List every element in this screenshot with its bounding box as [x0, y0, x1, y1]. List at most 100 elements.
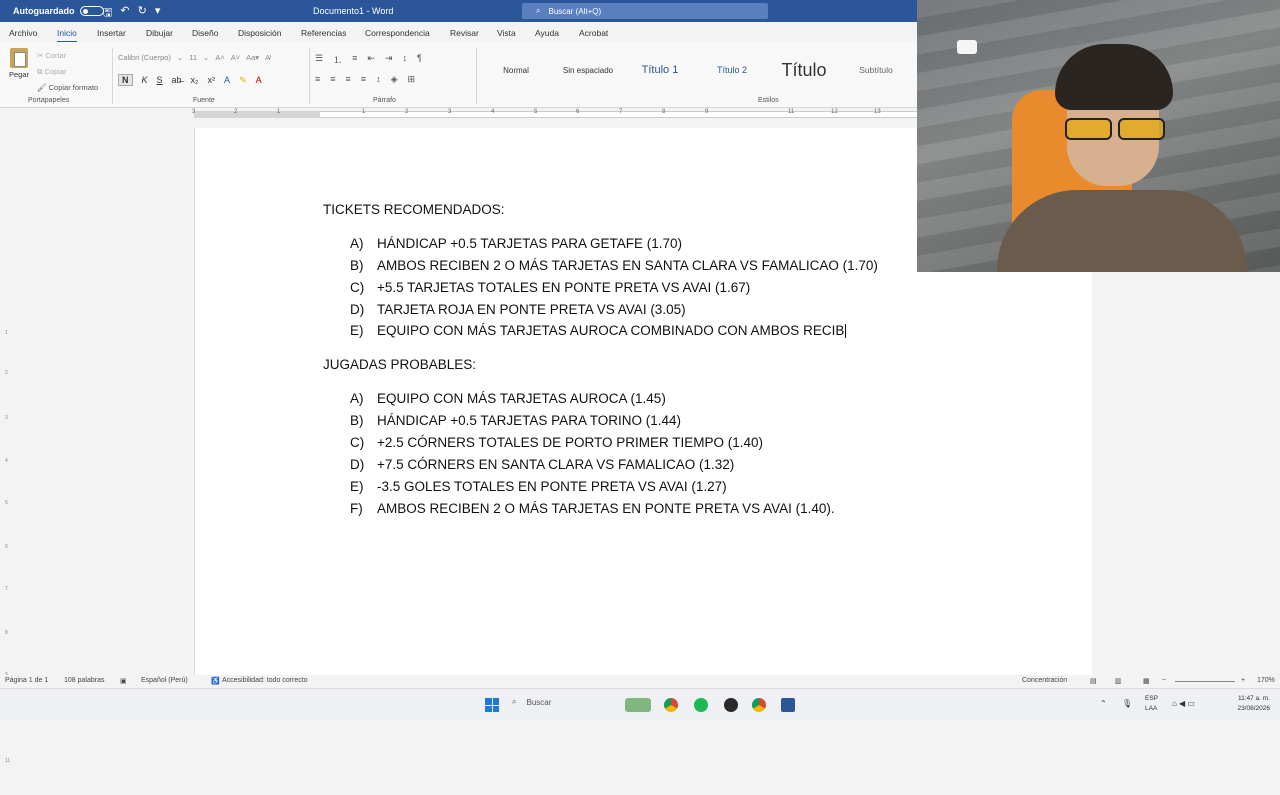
tab-vista[interactable]: Vista: [497, 28, 516, 38]
autosave-label: Autoguardado: [13, 6, 75, 16]
list-letter: B): [350, 413, 364, 428]
paste-button[interactable]: Pegar: [8, 48, 30, 79]
justify-icon[interactable]: ≡: [361, 74, 366, 85]
subscript-icon[interactable]: x₂: [191, 75, 199, 85]
format-painter-label: Copiar formato: [48, 83, 99, 92]
multilevel-list-icon[interactable]: ≡: [352, 53, 357, 66]
style-subtitle[interactable]: Subtítulo: [840, 65, 912, 75]
align-center-icon[interactable]: ≡: [330, 74, 335, 85]
line-spacing-icon[interactable]: ↕: [376, 74, 381, 85]
tab-ayuda[interactable]: Ayuda: [535, 28, 559, 38]
word-count[interactable]: 108 palabras: [64, 677, 104, 684]
spotify-icon[interactable]: [694, 698, 708, 712]
clipboard-actions: ✂ Cortar ⧉ Copiar 🖌 Copiar formato: [37, 48, 98, 96]
borders-icon[interactable]: ⊞: [407, 74, 415, 85]
tab-acrobat[interactable]: Acrobat: [579, 28, 608, 38]
chevron-up-icon[interactable]: ⌃: [1100, 699, 1107, 708]
highlight-icon[interactable]: ✎: [239, 75, 247, 86]
undo-icon[interactable]: ↶: [120, 4, 129, 23]
save-icon[interactable]: 🖫: [103, 4, 112, 23]
cut-button[interactable]: ✂ Cortar: [37, 48, 98, 64]
section-title-tickets: TICKETS RECOMENDADOS:: [323, 202, 505, 217]
tab-revisar[interactable]: Revisar: [450, 28, 479, 38]
focus-mode-button[interactable]: Concentración: [1022, 677, 1067, 684]
align-left-icon[interactable]: ≡: [315, 74, 320, 85]
toggle-switch[interactable]: [79, 6, 104, 16]
clock[interactable]: 11:47 a. m. 23/08/2026: [1237, 694, 1270, 714]
style-title[interactable]: Título: [768, 60, 840, 81]
sort-icon[interactable]: ↕: [402, 53, 407, 66]
shading-icon[interactable]: ◈: [391, 74, 398, 85]
web-layout-icon[interactable]: ▦: [1143, 677, 1150, 685]
tab-diseno[interactable]: Diseño: [192, 28, 218, 38]
text-effects-icon[interactable]: A: [224, 75, 230, 85]
search-box[interactable]: ⌕ Buscar (Alt+Q): [522, 3, 768, 19]
format-painter-button[interactable]: 🖌 Copiar formato: [37, 80, 98, 96]
tab-disposicion[interactable]: Disposición: [238, 28, 281, 38]
tab-archivo[interactable]: Archivo: [9, 28, 37, 38]
grow-font-icon[interactable]: A˄: [215, 53, 224, 62]
word-icon[interactable]: [781, 698, 795, 712]
clear-format-icon[interactable]: A̸: [265, 53, 270, 62]
copy-button[interactable]: ⧉ Copiar: [37, 64, 98, 80]
zoom-in-icon[interactable]: +: [1241, 677, 1245, 684]
chevron-down-icon[interactable]: ⌄: [177, 53, 183, 62]
list-letter: C): [350, 435, 365, 450]
obs-icon[interactable]: [724, 698, 738, 712]
font-size-select[interactable]: 11: [189, 53, 197, 62]
list-text: -3.5 GOLES TOTALES EN PONTE PRETA VS AVA…: [377, 479, 727, 494]
tab-correspondencia[interactable]: Correspondencia: [365, 28, 430, 38]
chevron-down-icon[interactable]: ⌄: [203, 53, 209, 62]
strikethrough-icon[interactable]: ab̶: [172, 75, 182, 85]
font-name-select[interactable]: Calibri (Cuerpo): [118, 53, 171, 62]
superscript-icon[interactable]: x²: [208, 75, 216, 85]
proofing-icon[interactable]: ▣: [120, 677, 127, 685]
language-indicator[interactable]: Español (Perú): [141, 677, 188, 684]
print-layout-icon[interactable]: ▥: [1115, 677, 1122, 685]
widgets-icon[interactable]: [625, 698, 651, 712]
italic-button[interactable]: K: [142, 75, 148, 85]
customize-qat-icon[interactable]: ▾: [155, 4, 161, 23]
style-heading2[interactable]: Título 2: [696, 65, 768, 75]
bullets-icon[interactable]: ☰: [315, 53, 323, 66]
show-marks-icon[interactable]: ¶: [417, 53, 422, 66]
shrink-font-icon[interactable]: A˅: [231, 53, 240, 62]
style-no-spacing[interactable]: Sin espaciado: [552, 66, 624, 75]
redo-icon[interactable]: ↻: [138, 4, 147, 23]
zoom-level[interactable]: 170%: [1257, 677, 1275, 684]
network-volume-battery-icons[interactable]: ⌂ ◀ ▭: [1172, 699, 1195, 708]
read-mode-icon[interactable]: ▤: [1090, 677, 1097, 685]
clipboard-group-label: Portapapeles: [28, 97, 70, 104]
paragraph-group-label: Párrafo: [373, 97, 396, 104]
language-switch[interactable]: ESP LAA: [1145, 694, 1158, 714]
chrome-icon[interactable]: [664, 698, 678, 712]
align-right-icon[interactable]: ≡: [346, 74, 351, 85]
decrease-indent-icon[interactable]: ⇤: [367, 53, 375, 66]
microphone-icon[interactable]: 🎙: [1122, 699, 1132, 708]
change-case-icon[interactable]: Aa▾: [246, 53, 259, 62]
windows-start-icon[interactable]: [485, 698, 499, 712]
numbering-icon[interactable]: ⒈: [333, 53, 342, 66]
list-letter: D): [350, 457, 365, 472]
zoom-out-icon[interactable]: −: [1162, 677, 1166, 684]
increase-indent-icon[interactable]: ⇥: [385, 53, 393, 66]
yellow-glasses: [1065, 118, 1165, 140]
taskbar-search[interactable]: ⌕ Buscar: [512, 697, 551, 707]
page-count[interactable]: Página 1 de 1: [5, 677, 48, 684]
style-normal[interactable]: Normal: [480, 66, 552, 75]
chrome-icon[interactable]: [752, 698, 766, 712]
tab-referencias[interactable]: Referencias: [301, 28, 346, 38]
style-heading1[interactable]: Título 1: [624, 64, 696, 76]
paragraph-controls-row1: ☰ ⒈ ≡ ⇤ ⇥ ↕ ¶: [315, 53, 422, 66]
zoom-slider[interactable]: [1175, 681, 1235, 682]
font-color-icon[interactable]: A: [256, 75, 262, 85]
horizontal-ruler[interactable]: 321 123 456 789 11 12 13: [0, 108, 918, 120]
tab-inicio[interactable]: Inicio: [57, 28, 77, 43]
accessibility-status[interactable]: Accesibilidad: todo correcto: [222, 677, 308, 684]
bold-button[interactable]: N: [118, 74, 133, 86]
autosave-toggle[interactable]: Autoguardado: [13, 6, 104, 16]
underline-button[interactable]: S: [157, 75, 163, 85]
tab-dibujar[interactable]: Dibujar: [146, 28, 173, 38]
tab-insertar[interactable]: Insertar: [97, 28, 126, 38]
status-bar: Página 1 de 1 108 palabras ▣ Español (Pe…: [0, 675, 1280, 688]
